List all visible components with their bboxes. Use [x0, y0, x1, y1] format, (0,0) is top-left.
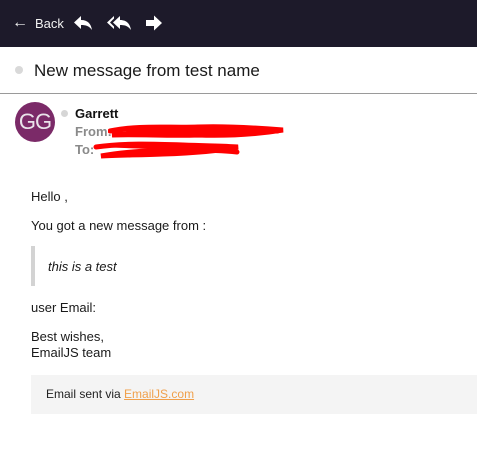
sender-status-dot-icon — [61, 110, 68, 117]
back-label: Back — [35, 15, 64, 31]
intro-text: You got a new message from : — [31, 218, 207, 233]
reply-all-icon[interactable] — [106, 13, 132, 33]
emailjs-link[interactable]: EmailJS.com — [124, 387, 194, 401]
quote-text: this is a test — [48, 259, 117, 274]
unread-dot-icon — [15, 66, 23, 74]
sender-avatar: GG — [15, 102, 55, 142]
to-address-redaction — [93, 141, 240, 159]
to-label: To: — [75, 142, 95, 157]
message-subject: New message from test name — [34, 61, 260, 80]
from-label: From: — [75, 124, 112, 139]
back-button[interactable]: ← Back — [12, 13, 64, 33]
back-arrow-icon: ← — [12, 14, 28, 31]
message-toolbar: ← Back — [0, 0, 477, 47]
footer-text: Email sent via EmailJS.com — [46, 387, 194, 401]
from-address-redaction — [108, 124, 284, 138]
sign-off-line2: EmailJS team — [31, 345, 112, 360]
user-email-text: user Email: — [31, 300, 97, 315]
footer-prefix: Email sent via — [46, 387, 121, 401]
forward-icon[interactable] — [144, 13, 164, 33]
sign-off-line1: Best wishes, — [31, 329, 104, 344]
sender-name: Garrett — [75, 106, 119, 121]
message-quote: this is a test — [31, 246, 471, 286]
greeting-text: Hello , — [31, 189, 68, 204]
email-footer: Email sent via EmailJS.com — [31, 375, 477, 414]
reply-icon[interactable] — [72, 13, 94, 33]
